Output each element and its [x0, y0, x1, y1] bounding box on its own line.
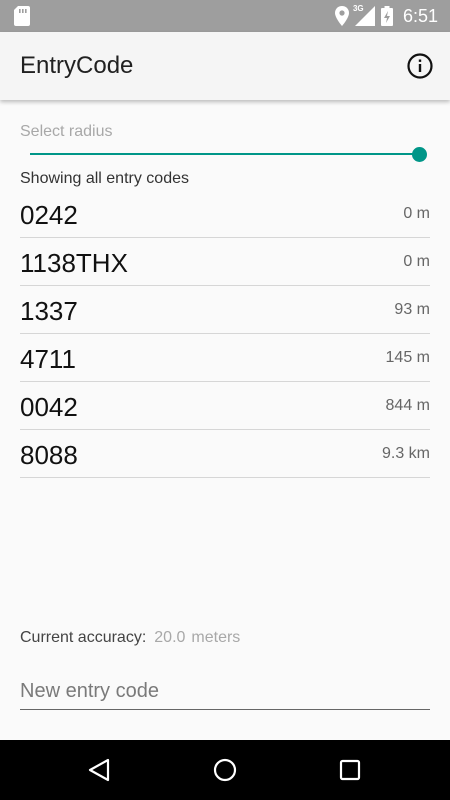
entry-code: 0042: [20, 392, 78, 422]
status-bar: 3G 6:51: [0, 0, 450, 32]
app-bar: EntryCode: [0, 32, 450, 100]
back-icon[interactable]: [86, 756, 114, 784]
slider-track: [30, 153, 420, 155]
accuracy-unit: meters: [191, 629, 241, 646]
accuracy-value: 20.0: [154, 629, 186, 646]
code-distance: 9.3 km: [381, 445, 430, 462]
entry-code-list: 0242 0 m 1138THX 0 m 1337 93 m 4711 145 …: [20, 190, 430, 478]
list-item[interactable]: 4711 145 m: [20, 334, 430, 382]
list-item[interactable]: 0242 0 m: [20, 190, 430, 238]
entry-code: 1337: [20, 296, 78, 326]
entry-code: 4711: [20, 344, 76, 374]
location-icon: [334, 6, 349, 26]
new-entry-code-input[interactable]: [20, 674, 430, 710]
info-icon[interactable]: [406, 52, 434, 80]
accuracy-row: Current accuracy: 20.0 meters: [20, 629, 240, 647]
list-item[interactable]: 1337 93 m: [20, 286, 430, 334]
sd-card-icon: [14, 6, 30, 26]
status-time: 6:51: [402, 5, 438, 26]
select-radius-label: Select radius: [20, 123, 113, 140]
radius-slider[interactable]: [30, 146, 428, 164]
accuracy-label: Current accuracy:: [20, 629, 147, 646]
entry-code: 0242: [20, 200, 78, 230]
list-item[interactable]: 8088 9.3 km: [20, 430, 430, 478]
code-distance: 145 m: [385, 349, 430, 366]
signal-icon: [354, 6, 375, 26]
navigation-bar: [0, 740, 450, 800]
list-item[interactable]: 0042 844 m: [20, 382, 430, 430]
list-header: Showing all entry codes: [20, 170, 189, 187]
entry-code: 1138THX: [20, 248, 128, 278]
code-distance: 93 m: [394, 301, 430, 318]
signal-indicator: 3G: [353, 4, 375, 26]
entry-code: 8088: [20, 440, 78, 470]
code-distance: 844 m: [385, 397, 430, 414]
recents-icon[interactable]: [336, 756, 364, 784]
list-item[interactable]: 1138THX 0 m: [20, 238, 430, 286]
home-icon[interactable]: [211, 756, 239, 784]
slider-thumb[interactable]: [412, 147, 427, 162]
code-distance: 0 m: [403, 253, 430, 270]
battery-icon: [380, 6, 393, 26]
code-distance: 0 m: [403, 205, 430, 222]
app-title: EntryCode: [20, 52, 134, 79]
